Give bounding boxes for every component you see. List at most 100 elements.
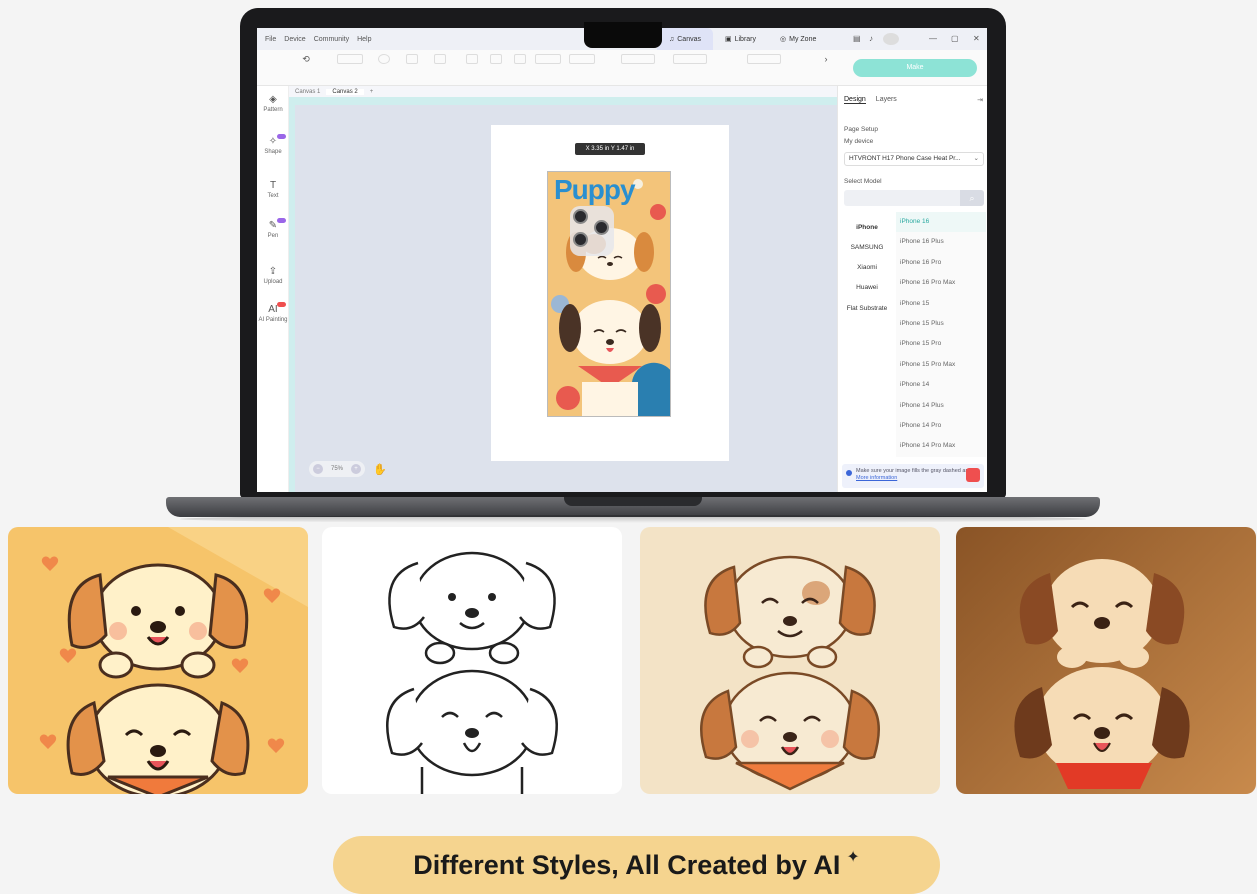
laptop-lid: File Device Community Help ♫ Canvas ▣ Libr… [240, 8, 1006, 498]
page: File Device Community Help ♫ Canvas ▣ Libr… [0, 0, 1257, 894]
zone-icon: ◎ [780, 36, 787, 43]
tab-canvas[interactable]: ♫ Canvas [657, 28, 713, 50]
toolbar-control[interactable] [335, 54, 365, 69]
app-tabs: ♫ Canvas ▣ Library ◎ My Zone [657, 28, 828, 50]
sidebar-item-upload[interactable]: ⇪ Upload [257, 266, 289, 285]
list-item[interactable]: iPhone 14 [896, 375, 986, 395]
sidebar-item-text[interactable]: T Text [257, 180, 289, 199]
tab-canvas-label: Canvas [677, 35, 701, 43]
zoom-in-button[interactable]: + [350, 464, 361, 474]
style-tile-sketch [640, 527, 940, 794]
toolbar-control[interactable] [425, 54, 455, 69]
add-canvas-icon[interactable]: + [364, 89, 380, 95]
sidebar-item-shape[interactable]: ✧ Shape [257, 134, 289, 155]
tab-my-zone[interactable]: ◎ My Zone [768, 28, 828, 50]
brand-huawei[interactable]: Huawei [842, 284, 892, 291]
laptop-shadow [180, 515, 1086, 523]
style-tile-cartoon [8, 527, 308, 794]
close-icon[interactable]: ✕ [973, 34, 980, 43]
phone-case-design[interactable]: Puppy [547, 171, 671, 417]
size-height-field[interactable] [673, 54, 707, 69]
canvas-workspace[interactable]: X 3.35 in Y 1.47 in Puppy − 75% + ✋ [295, 105, 837, 492]
chevron-down-icon: ⌄ [973, 155, 979, 162]
sidebar-item-ai-painting[interactable]: AI AI Painting [257, 302, 289, 323]
canvas-tabs: Canvas 1 Canvas 2 + [289, 86, 837, 97]
rotate-field[interactable] [747, 54, 781, 69]
new-badge [277, 218, 286, 223]
chevron-right-icon[interactable]: › [811, 54, 841, 64]
zoom-out-button[interactable]: − [313, 464, 323, 474]
sidebar-item-pen[interactable]: ✎ Pen [257, 218, 289, 239]
list-item[interactable]: iPhone 15 Pro [896, 334, 986, 354]
page-setup-heading: Page Setup [844, 126, 878, 133]
clipboard-icon[interactable]: ▤ [853, 34, 861, 43]
list-item[interactable]: iPhone 14 Plus [896, 396, 986, 416]
style-tile-line-art [322, 527, 622, 794]
brand-samsung[interactable]: SAMSUNG [842, 244, 892, 251]
ruler-horizontal [295, 97, 837, 105]
bell-icon[interactable]: ♪ [869, 34, 873, 43]
sidebar-item-pattern[interactable]: ◈ Pattern [257, 94, 289, 113]
hand-icon[interactable]: ✋ [373, 463, 387, 476]
zoom-level: 75% [330, 466, 343, 472]
make-button[interactable]: Make [853, 59, 977, 77]
brand-xiaomi[interactable]: Xiaomi [842, 264, 892, 271]
phone-case-title: Puppy [554, 174, 636, 205]
maximize-icon[interactable]: ▢ [951, 34, 959, 43]
text-icon: T [269, 180, 277, 191]
menu-device[interactable]: Device [284, 36, 305, 43]
toolbar-control[interactable] [567, 54, 597, 69]
line-art-puppies-illustration [386, 551, 558, 794]
menu-file[interactable]: File [265, 36, 276, 43]
list-item[interactable]: iPhone 16 [896, 212, 986, 233]
toolbar-control[interactable] [369, 54, 399, 69]
model-search-input[interactable]: ⌕ [844, 190, 984, 206]
more-information-link[interactable]: More information [856, 475, 897, 481]
new-badge [277, 134, 286, 139]
list-item[interactable]: iPhone 16 Pro [896, 253, 986, 273]
list-item[interactable]: iPhone 16 Pro Max [896, 273, 986, 293]
toolbar-control[interactable] [505, 54, 535, 69]
sparkle-icon: ✦ [846, 849, 860, 866]
list-item[interactable]: iPhone 14 Pro [896, 416, 986, 436]
tool-sidebar: ◈ Pattern ✧ Shape T Text ✎ Pen ⇪ Upload AI AI … [257, 86, 289, 492]
panel-tabs: Design Layers [844, 96, 897, 104]
search-icon[interactable]: ⌕ [960, 190, 984, 206]
caption-text: Different Styles, All Created by AI [413, 849, 841, 880]
size-width-field[interactable] [621, 54, 655, 69]
help-button[interactable] [966, 468, 980, 482]
print-page: X 3.35 in Y 1.47 in Puppy [491, 125, 729, 461]
sketch-puppies-illustration [700, 555, 880, 791]
upload-icon: ⇪ [268, 266, 278, 277]
menu-help[interactable]: Help [357, 36, 371, 43]
minimize-icon[interactable]: — [929, 34, 937, 43]
tab-library[interactable]: ▣ Library [713, 28, 768, 50]
laptop-base [166, 497, 1100, 517]
toolbar-control[interactable] [533, 54, 563, 69]
canvas-tab-2[interactable]: Canvas 2 [326, 88, 364, 95]
sidebar-item-label: AI Painting [258, 317, 288, 323]
brand-flat-substrate[interactable]: Flat Substrate [842, 304, 892, 313]
tab-design[interactable]: Design [844, 96, 866, 104]
device-select[interactable]: HTVRONT H17 Phone Case Heat Pr... ⌄ [844, 152, 984, 166]
sidebar-item-label: Shape [264, 149, 282, 155]
tab-layers[interactable]: Layers [876, 96, 897, 104]
undo-icon[interactable]: ⟲ [291, 54, 321, 65]
style-tile-3d [956, 527, 1256, 794]
menu-community[interactable]: Community [314, 36, 349, 43]
device-select-value: HTVRONT H17 Phone Case Heat Pr... [849, 155, 961, 162]
list-item[interactable]: iPhone 15 Plus [896, 314, 986, 334]
list-item[interactable]: iPhone 14 Pro Max [896, 436, 986, 456]
list-item[interactable]: iPhone 15 [896, 294, 986, 314]
cartoon-puppies-illustration [39, 527, 308, 794]
avatar[interactable] [883, 33, 899, 45]
list-item[interactable]: iPhone 16 Plus [896, 232, 986, 252]
library-icon: ▣ [724, 36, 732, 43]
select-model-label: Select Model [844, 178, 882, 185]
brand-iphone[interactable]: iPhone [842, 224, 892, 231]
toolbar-control[interactable] [397, 54, 427, 69]
list-item[interactable]: iPhone 15 Pro Max [896, 355, 986, 375]
canvas-tab-1[interactable]: Canvas 1 [289, 89, 326, 95]
panel-collapse-icon[interactable]: ⇥ [977, 96, 983, 104]
camera-cutout [570, 206, 614, 256]
